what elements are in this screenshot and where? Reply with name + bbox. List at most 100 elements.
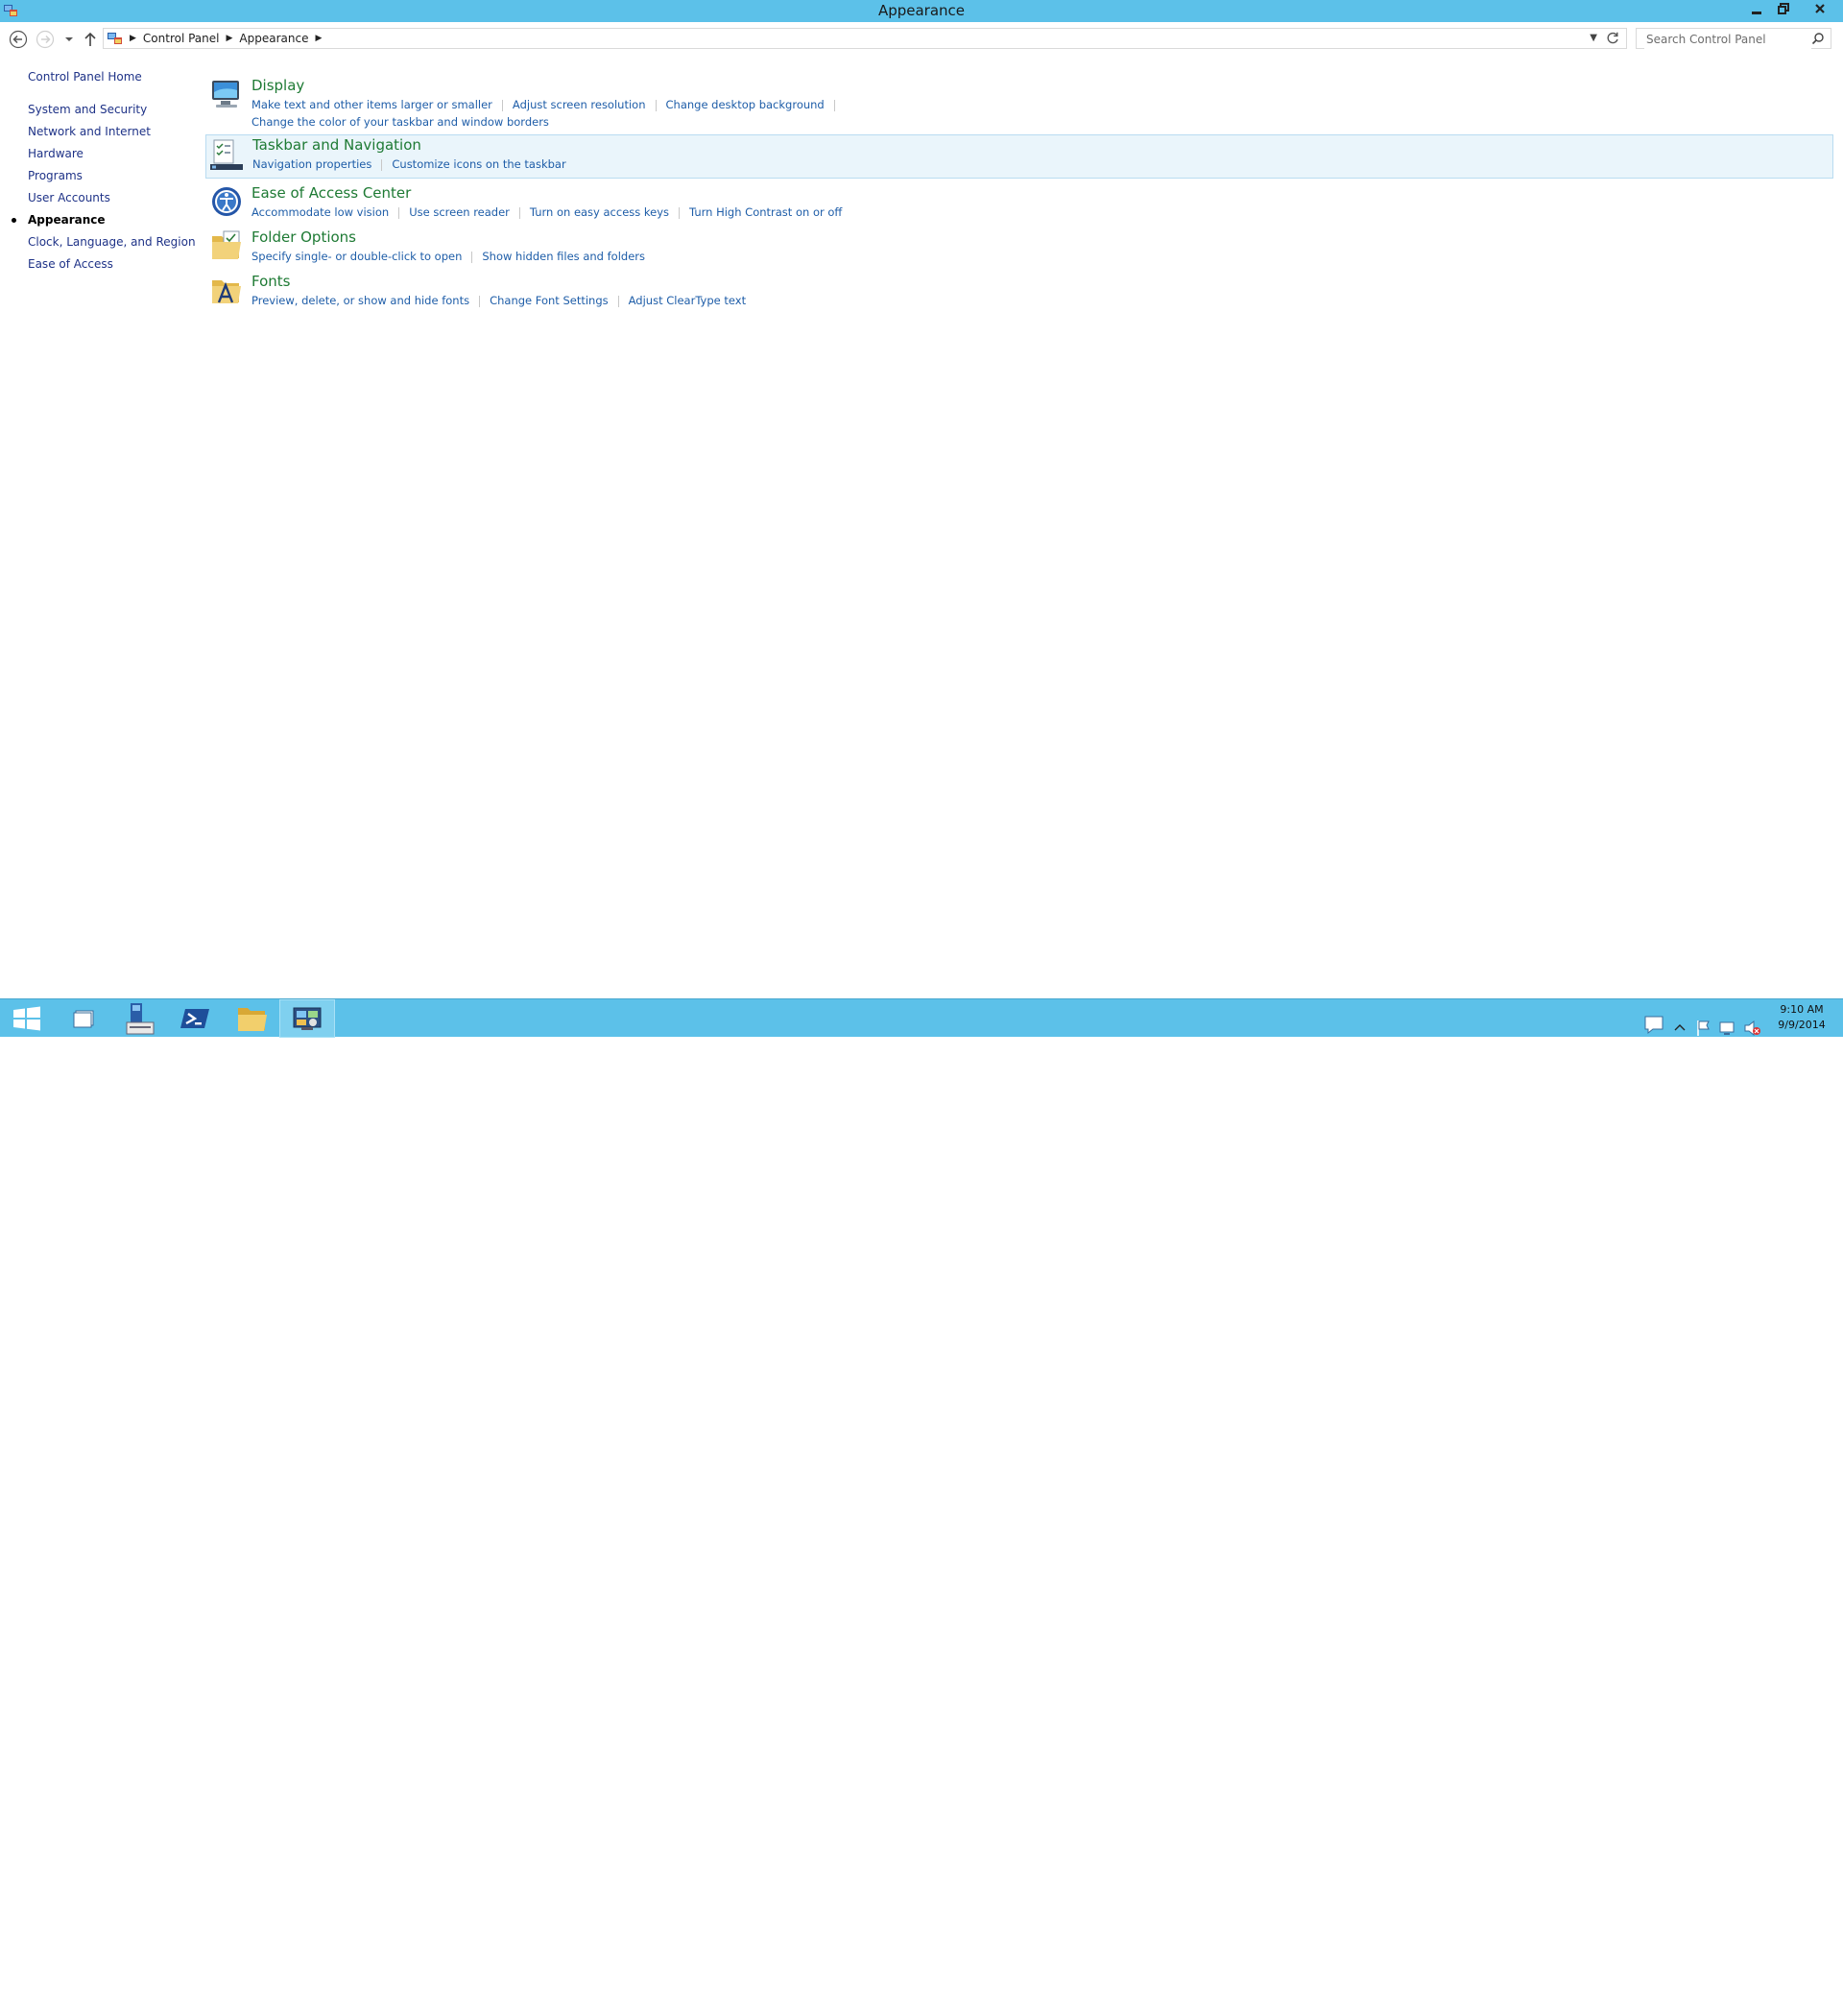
link-divider <box>679 206 681 219</box>
nav-appearance[interactable]: Appearance <box>28 213 106 227</box>
high-contrast-link[interactable]: Turn High Contrast on or off <box>689 205 842 219</box>
close-icon <box>1815 4 1825 13</box>
nav-programs[interactable]: Programs <box>28 169 83 182</box>
server-manager-icon <box>126 1003 155 1035</box>
nav-network-and-internet[interactable]: Network and Internet <box>28 125 151 138</box>
breadcrumb-appearance[interactable]: Appearance <box>239 32 308 45</box>
breadcrumb-separator-icon[interactable]: ▶ <box>227 34 233 43</box>
taskbar-navigation-links: Navigation properties Customize icons on … <box>252 157 566 171</box>
display-links-row2: Change the color of your taskbar and win… <box>251 115 549 129</box>
breadcrumb-control-panel[interactable]: Control Panel <box>143 32 220 45</box>
restore-icon <box>1778 3 1789 14</box>
recent-locations-icon[interactable] <box>62 30 76 49</box>
section-ease-of-access-center: Ease of Access Center Accommodate low vi… <box>205 182 1833 225</box>
refresh-icon[interactable] <box>1605 31 1620 46</box>
network-icon[interactable] <box>1718 1009 1737 1047</box>
minimize-icon <box>1752 12 1761 14</box>
clock-date: 9/9/2014 <box>1778 1019 1826 1031</box>
title-bar: Appearance <box>0 0 1843 22</box>
action-flag-icon[interactable] <box>1695 1009 1712 1047</box>
easy-access-keys-link[interactable]: Turn on easy access keys <box>530 205 669 219</box>
address-bar[interactable]: ▶ Control Panel ▶ Appearance ▶ ▼ <box>103 28 1627 49</box>
window-icon <box>73 1010 94 1028</box>
customize-taskbar-icons-link[interactable]: Customize icons on the taskbar <box>392 157 565 171</box>
restore-button[interactable] <box>1771 0 1796 17</box>
taskbar-powershell-button[interactable] <box>169 999 223 1038</box>
forward-arrow-icon[interactable] <box>36 30 55 49</box>
current-page-bullet-icon <box>12 218 16 223</box>
control-panel-location-icon <box>108 33 122 44</box>
fonts-links: Preview, delete, or show and hide fonts C… <box>251 294 746 307</box>
nav-hardware[interactable]: Hardware <box>28 147 84 160</box>
search-icon[interactable] <box>1811 32 1825 45</box>
show-hidden-icons-chevron-icon[interactable] <box>1672 1009 1687 1047</box>
display-links: Make text and other items larger or smal… <box>251 98 845 111</box>
taskbar-icon <box>210 139 243 170</box>
taskbar-control-panel-button[interactable] <box>279 999 335 1038</box>
address-dropdown-icon[interactable]: ▼ <box>1590 33 1597 43</box>
navigation-bar: ▶ Control Panel ▶ Appearance ▶ ▼ <box>0 22 1843 55</box>
section-taskbar-navigation[interactable]: Taskbar and Navigation Navigation proper… <box>205 134 1833 179</box>
back-arrow-icon[interactable] <box>9 30 28 49</box>
single-double-click-link[interactable]: Specify single- or double-click to open <box>251 250 462 263</box>
link-divider <box>833 99 835 111</box>
navigation-properties-link[interactable]: Navigation properties <box>252 157 371 171</box>
clock-time: 9:10 AM <box>1780 1003 1824 1016</box>
change-background-link[interactable]: Change desktop background <box>666 98 825 111</box>
powershell-icon <box>180 1009 209 1028</box>
display-heading-link[interactable]: Display <box>251 77 304 94</box>
windows-logo-icon <box>13 1006 40 1031</box>
show-hidden-files-link[interactable]: Show hidden files and folders <box>482 250 645 263</box>
link-divider <box>501 99 503 111</box>
taskbar-server-manager-button[interactable] <box>113 999 167 1038</box>
folder-options-heading-link[interactable]: Folder Options <box>251 228 356 246</box>
link-divider <box>655 99 657 111</box>
volume-muted-icon[interactable] <box>1743 1009 1762 1047</box>
link-divider <box>617 295 619 307</box>
control-panel-home-link[interactable]: Control Panel Home <box>28 70 142 84</box>
nav-system-and-security[interactable]: System and Security <box>28 103 147 116</box>
taskbar-navigation-heading-link[interactable]: Taskbar and Navigation <box>252 136 421 154</box>
search-box[interactable] <box>1636 28 1831 49</box>
link-divider <box>398 206 400 219</box>
taskbar-file-explorer-button[interactable] <box>58 999 111 1038</box>
adjust-cleartype-link[interactable]: Adjust ClearType text <box>629 294 746 307</box>
fonts-heading-link[interactable]: Fonts <box>251 273 290 290</box>
ease-of-access-heading-link[interactable]: Ease of Access Center <box>251 184 411 202</box>
minimize-button[interactable] <box>1744 0 1769 17</box>
taskbar: The Collection Book 9:10 AM 9/9/2014 <box>0 998 1843 2016</box>
watermark-text: The Collection Book <box>1603 1996 1775 2016</box>
adjust-resolution-link[interactable]: Adjust screen resolution <box>513 98 646 111</box>
display-icon <box>212 81 239 108</box>
use-screen-reader-link[interactable]: Use screen reader <box>409 205 510 219</box>
system-clock[interactable]: 9:10 AM 9/9/2014 <box>1772 1002 1831 1033</box>
ease-of-access-links: Accommodate low vision Use screen reader T… <box>251 205 842 219</box>
folder-options-links: Specify single- or double-click to open S… <box>251 250 645 263</box>
breadcrumb-separator-icon[interactable]: ▶ <box>130 34 136 43</box>
folder-icon <box>238 1008 267 1031</box>
taskbar-folder-button[interactable] <box>225 999 278 1038</box>
change-taskbar-color-link[interactable]: Change the color of your taskbar and win… <box>251 115 549 129</box>
action-center-icon[interactable] <box>1641 1005 1666 1044</box>
up-arrow-icon[interactable] <box>81 30 100 49</box>
nav-clock-language-region[interactable]: Clock, Language, and Region <box>28 235 196 249</box>
search-input[interactable] <box>1644 30 1811 49</box>
start-button[interactable] <box>0 999 54 1038</box>
make-text-larger-link[interactable]: Make text and other items larger or smal… <box>251 98 492 111</box>
window-title: Appearance <box>877 2 966 19</box>
control-panel-icon <box>293 1007 322 1030</box>
nav-user-accounts[interactable]: User Accounts <box>28 191 110 204</box>
nav-ease-of-access[interactable]: Ease of Access <box>28 257 113 271</box>
accommodate-low-vision-link[interactable]: Accommodate low vision <box>251 205 389 219</box>
change-font-settings-link[interactable]: Change Font Settings <box>490 294 609 307</box>
section-folder-options: Folder Options Specify single- or double… <box>205 227 1833 269</box>
link-divider <box>471 251 473 263</box>
close-button[interactable] <box>1805 0 1835 17</box>
fonts-icon <box>212 280 241 303</box>
link-divider <box>381 158 383 171</box>
section-fonts: Fonts Preview, delete, or show and hide … <box>205 271 1833 313</box>
preview-fonts-link[interactable]: Preview, delete, or show and hide fonts <box>251 294 469 307</box>
folder-options-icon <box>212 230 241 259</box>
breadcrumb-separator-icon[interactable]: ▶ <box>315 34 322 43</box>
link-divider <box>479 295 481 307</box>
